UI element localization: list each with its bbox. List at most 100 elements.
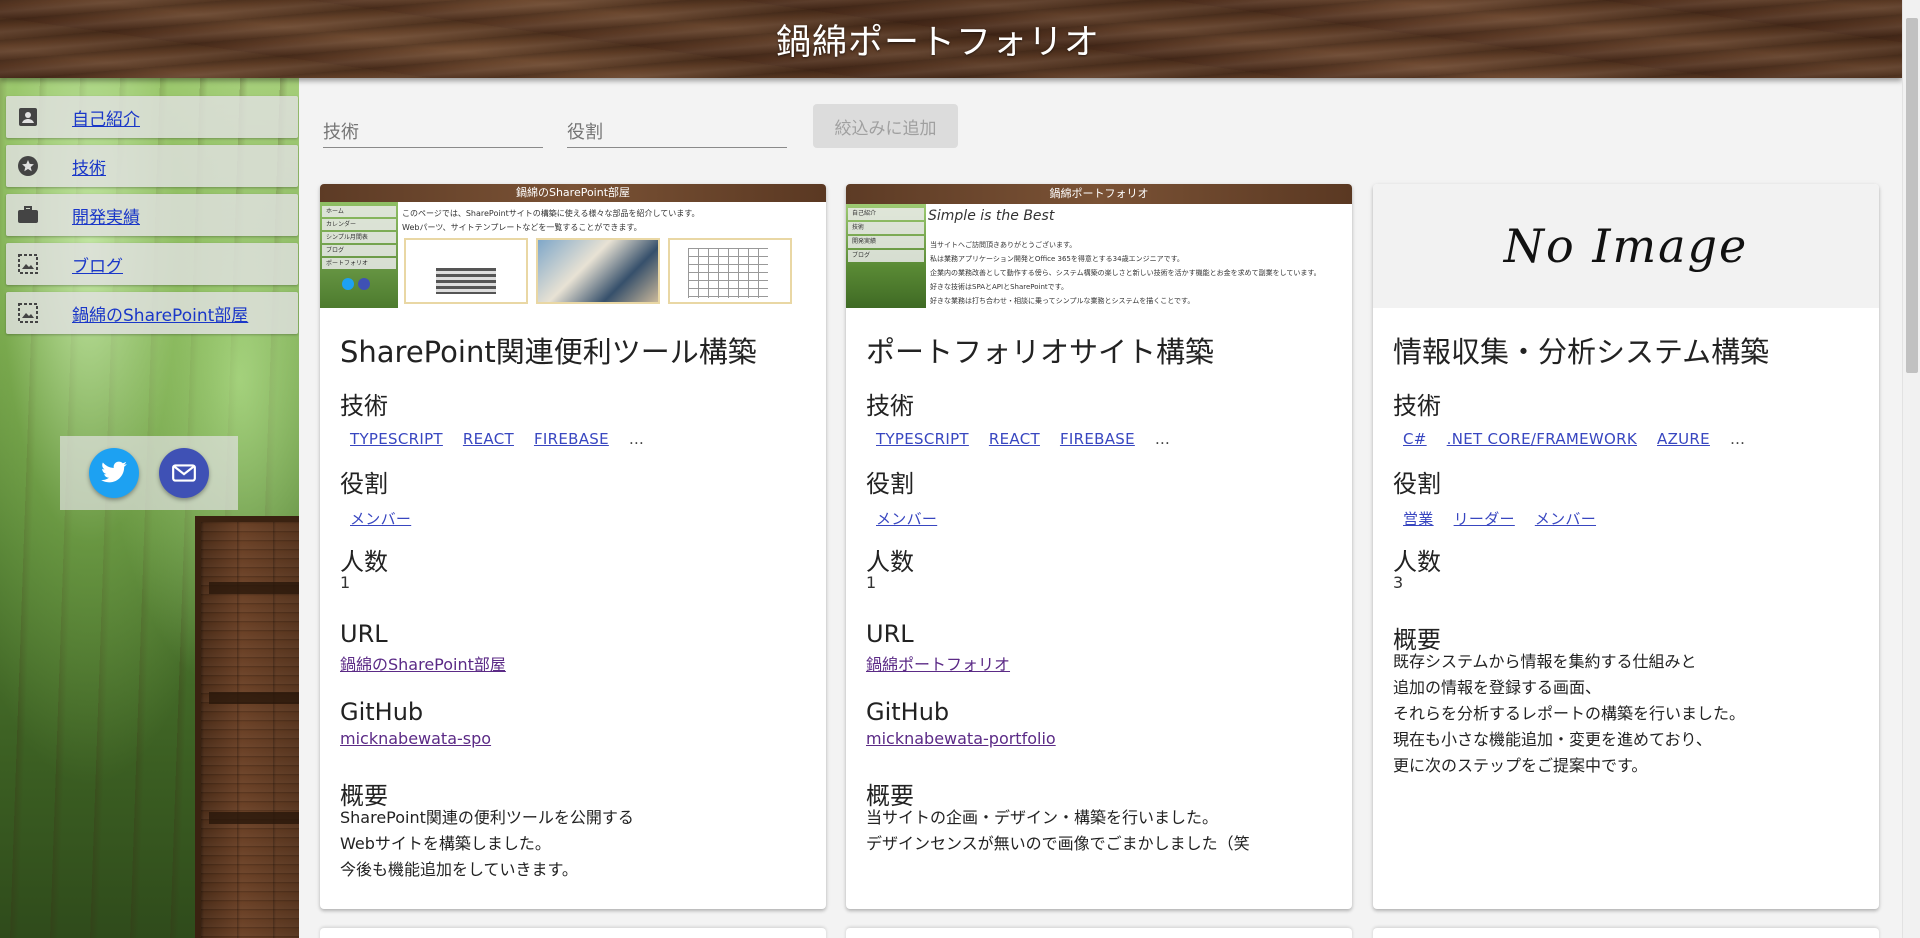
tech-filter-placeholder: 技術 bbox=[323, 122, 359, 143]
summary-line: それらを分析するレポートの構築を行いました。 bbox=[1393, 704, 1746, 723]
role-chip[interactable]: リーダー bbox=[1454, 508, 1515, 529]
twitter-icon bbox=[101, 461, 127, 483]
more-tech-indicator: … bbox=[1154, 430, 1170, 448]
people-count: 3 bbox=[1393, 573, 1404, 592]
sidebar-item-skills[interactable]: 技術 bbox=[6, 145, 298, 187]
people-label: 人数 bbox=[866, 548, 914, 576]
project-card-partial bbox=[846, 928, 1352, 938]
tech-filter-input[interactable]: 技術 bbox=[323, 108, 543, 148]
tech-label: 技術 bbox=[340, 392, 388, 420]
url-label: URL bbox=[866, 620, 914, 648]
github-label: GitHub bbox=[866, 698, 950, 726]
role-chips: メンバー bbox=[876, 508, 937, 529]
tech-chip[interactable]: FIREBASE bbox=[534, 430, 609, 448]
sidebar-item-label[interactable]: 技術 bbox=[72, 154, 106, 179]
sidebar-item-blog[interactable]: ブログ bbox=[6, 243, 298, 285]
thumb-tile-photo bbox=[536, 238, 660, 304]
tech-chip[interactable]: REACT bbox=[463, 430, 514, 448]
role-filter-input[interactable]: 役割 bbox=[567, 108, 787, 148]
tech-label: 技術 bbox=[1393, 392, 1441, 420]
people-label: 人数 bbox=[340, 548, 388, 576]
tech-chips: TYPESCRIPT REACT FIREBASE … bbox=[350, 430, 644, 448]
summary-line: 追加の情報を登録する画面、 bbox=[1393, 678, 1602, 697]
no-image-placeholder: No Image bbox=[1373, 184, 1879, 308]
role-chip[interactable]: メンバー bbox=[876, 508, 937, 529]
tech-chip[interactable]: .NET CORE/FRAMEWORK bbox=[1447, 430, 1637, 448]
sidebar-item-profile[interactable]: 自己紹介 bbox=[6, 96, 298, 138]
tech-chip[interactable]: C# bbox=[1403, 430, 1427, 448]
sidebar-item-label[interactable]: ブログ bbox=[72, 252, 123, 277]
role-chip[interactable]: メンバー bbox=[350, 508, 411, 529]
tech-chip[interactable]: REACT bbox=[989, 430, 1040, 448]
project-thumbnail: No Image bbox=[1373, 184, 1879, 308]
mail-icon bbox=[172, 464, 196, 482]
summary-line: 更に次のステップをご提案中です。 bbox=[1393, 756, 1648, 775]
role-label: 役割 bbox=[866, 470, 914, 498]
more-tech-indicator: … bbox=[1729, 430, 1745, 448]
tech-label: 技術 bbox=[866, 392, 914, 420]
thumb-sidebar: ホーム カレンダー シンプル月間表 ブログ ポートフォリオ bbox=[320, 202, 398, 308]
project-card-partial bbox=[320, 928, 826, 938]
sidebar-item-label[interactable]: 自己紹介 bbox=[72, 105, 140, 130]
sidebar-background-door bbox=[195, 516, 299, 938]
summary-line: 既存システムから情報を集約する仕組みと bbox=[1393, 652, 1697, 671]
tech-chips: C# .NET CORE/FRAMEWORK AZURE … bbox=[1403, 430, 1745, 448]
site-link[interactable]: 鍋綿ポートフォリオ bbox=[866, 651, 1010, 675]
more-tech-indicator: … bbox=[628, 430, 644, 448]
github-label: GitHub bbox=[340, 698, 424, 726]
project-card: No Image 情報収集・分析システム構築 技術 C# .NET CORE/F… bbox=[1373, 184, 1879, 909]
mail-button[interactable] bbox=[159, 448, 209, 498]
role-chips: 営業 リーダー メンバー bbox=[1403, 508, 1596, 529]
sidebar-item-label[interactable]: 開発実績 bbox=[72, 203, 140, 228]
role-chips: メンバー bbox=[350, 508, 411, 529]
thumb-sidebar: 自己紹介 技術 開発実績 ブログ bbox=[846, 204, 926, 308]
twitter-button[interactable] bbox=[89, 448, 139, 498]
thumb-header: 鍋綿ポートフォリオ bbox=[846, 184, 1352, 204]
thumb-header: 鍋綿のSharePoint部屋 bbox=[320, 184, 826, 202]
role-chip[interactable]: 営業 bbox=[1403, 508, 1434, 529]
role-chip[interactable]: メンバー bbox=[1535, 508, 1596, 529]
project-card-partial bbox=[1373, 928, 1879, 938]
no-image-text: No Image bbox=[1503, 219, 1749, 273]
tech-chips: TYPESCRIPT REACT FIREBASE … bbox=[876, 430, 1170, 448]
tech-chip[interactable]: AZURE bbox=[1657, 430, 1710, 448]
project-card: 鍋綿ポートフォリオ 自己紹介 技術 開発実績 ブログ Simple is the… bbox=[846, 184, 1352, 909]
scrollbar-thumb[interactable] bbox=[1906, 18, 1918, 373]
page-scrollbar[interactable] bbox=[1902, 0, 1920, 938]
role-label: 役割 bbox=[1393, 470, 1441, 498]
url-label: URL bbox=[340, 620, 388, 648]
people-count: 1 bbox=[866, 573, 877, 592]
thumb-tile bbox=[668, 238, 792, 304]
site-link[interactable]: 鍋綿のSharePoint部屋 bbox=[340, 651, 506, 675]
tech-chip[interactable]: TYPESCRIPT bbox=[876, 430, 969, 448]
card-title: ポートフォリオサイト構築 bbox=[866, 335, 1215, 369]
summary-line: SharePoint関連の便利ツールを公開する bbox=[340, 808, 634, 827]
sidebar: 自己紹介 技術 開発実績 ブログ 鍋綿のSharePoint部屋 bbox=[0, 78, 299, 938]
sidebar-item-label[interactable]: 鍋綿のSharePoint部屋 bbox=[72, 301, 248, 326]
social-links bbox=[60, 436, 238, 510]
summary-line: 当サイトの企画・デザイン・構築を行いました。 bbox=[866, 808, 1219, 827]
github-link[interactable]: micknabewata-portfolio bbox=[866, 729, 1056, 748]
thumb-heading: Simple is the Best bbox=[928, 208, 1055, 224]
image-icon bbox=[16, 252, 40, 276]
project-card: 鍋綿のSharePoint部屋 ホーム カレンダー シンプル月間表 ブログ ポー… bbox=[320, 184, 826, 909]
tech-chip[interactable]: TYPESCRIPT bbox=[350, 430, 443, 448]
role-label: 役割 bbox=[340, 470, 388, 498]
app-header: 鍋綿ポートフォリオ bbox=[0, 0, 1902, 78]
project-thumbnail: 鍋綿のSharePoint部屋 ホーム カレンダー シンプル月間表 ブログ ポー… bbox=[320, 184, 826, 308]
image-icon bbox=[16, 301, 40, 325]
summary-line: 今後も機能追加をしていきます。 bbox=[340, 860, 578, 879]
stars-icon bbox=[16, 154, 40, 178]
card-title: SharePoint関連便利ツール構築 bbox=[340, 335, 757, 369]
tech-chip[interactable]: FIREBASE bbox=[1060, 430, 1135, 448]
account-box-icon bbox=[16, 105, 40, 129]
project-thumbnail: 鍋綿ポートフォリオ 自己紹介 技術 開発実績 ブログ Simple is the… bbox=[846, 184, 1352, 308]
card-title: 情報収集・分析システム構築 bbox=[1393, 335, 1770, 369]
add-filter-button[interactable]: 絞込みに追加 bbox=[813, 104, 958, 148]
summary-line: 現在も小さな機能追加・変更を進めており、 bbox=[1393, 730, 1712, 749]
github-link[interactable]: micknabewata-spo bbox=[340, 729, 491, 748]
page-title: 鍋綿ポートフォリオ bbox=[775, 22, 1100, 63]
sidebar-item-sharepoint-room[interactable]: 鍋綿のSharePoint部屋 bbox=[6, 292, 298, 334]
sidebar-item-works[interactable]: 開発実績 bbox=[6, 194, 298, 236]
summary-line: デザインセンスが無いので画像でごまかしました（笑 bbox=[866, 834, 1250, 853]
